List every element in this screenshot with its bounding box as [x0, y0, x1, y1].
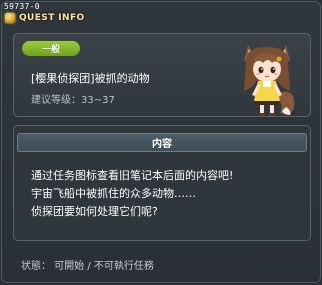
recommended-level: 建议等级：33~37 [31, 95, 115, 106]
content-section-header: 内容 [17, 133, 307, 152]
quest-name: [樱果侦探团]被抓的动物 [31, 72, 150, 85]
quest-category-badge: 一般 [22, 41, 80, 56]
quest-status: 状態： 可開始 / 不可執行任務 [21, 261, 154, 272]
npc-portrait [244, 45, 295, 116]
quest-description: 通过任务图标查看旧笔记本后面的内容吧! 宇宙飞船中被抓住的众多动物…… 侦探团要… [31, 167, 301, 221]
window-title: QUEST INFO [19, 13, 85, 23]
quest-content-panel: 内容 通过任务图标查看旧笔记本后面的内容吧! 宇宙飞船中被抓住的众多动物…… 侦… [13, 125, 311, 241]
window-title-bar[interactable]: QUEST INFO [5, 11, 85, 25]
quest-summary-panel: 一般 [樱果侦探团]被抓的动物 建议等级：33~37 [13, 33, 311, 117]
description-line: 侦探团要如何处理它们呢? [31, 205, 158, 218]
description-line: 宇宙飞船中被抓住的众多动物…… [31, 187, 196, 200]
quest-id: 59737-0 [4, 2, 40, 11]
quest-info-icon [5, 13, 15, 23]
quest-info-window: 59737-0 QUEST INFO 一般 [樱果侦探团]被抓的动物 建议等级：… [1, 1, 321, 283]
description-line: 通过任务图标查看旧笔记本后面的内容吧! [31, 169, 234, 182]
